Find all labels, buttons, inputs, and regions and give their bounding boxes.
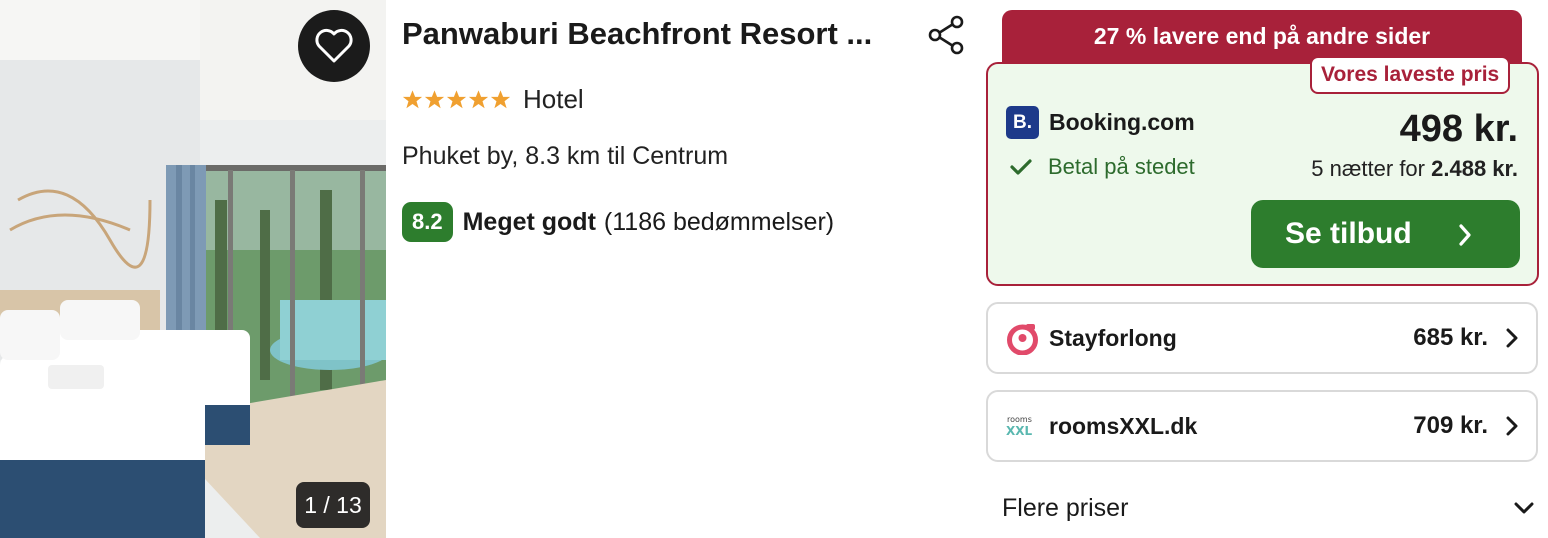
total-price-info: 5 nætter for 2.488 kr. [1311,156,1518,182]
chevron-right-icon [1459,224,1471,246]
nights-label: 5 nætter for [1311,156,1425,181]
review-count: (1186 bedømmelser) [603,207,835,236]
chevron-right-icon [1506,328,1518,348]
chevron-down-icon [1514,502,1534,514]
alt-price: 709 kr. [1413,412,1488,439]
hotel-name[interactable]: Panwaburi Beachfront Resort ... [402,16,902,52]
alt-price: 685 kr. [1413,324,1488,351]
provider-name: Booking.com [1049,109,1195,135]
heart-outline-icon [315,28,353,63]
see-deal-label: Se tilbud [1285,217,1412,250]
lowest-price-tag: Vores laveste pris [1310,56,1511,94]
star-icon [468,90,489,109]
more-prices-label: Flere priser [1002,493,1129,522]
deal-price: 498 kr. [1399,108,1518,150]
hotel-location: Phuket by, 8.3 km til Centrum [402,142,729,170]
star-rating [402,89,511,110]
pay-text: Betal på stedet [1048,154,1195,179]
star-icon [424,90,445,109]
alt-provider: Stayforlong [1006,322,1177,355]
alt-provider: rooms XXL roomsXXL.dk [1006,410,1197,443]
check-icon [1010,159,1032,175]
alt-deal-stayforlong[interactable]: Stayforlong 685 kr. [986,302,1538,374]
more-prices-toggle[interactable]: Flere priser [1002,488,1534,528]
hotel-type: Hotel [523,84,584,114]
stayforlong-logo-icon [1007,324,1038,355]
hotel-photo[interactable]: 1 / 13 [0,0,386,538]
total-price: 2.488 kr. [1431,156,1518,181]
svg-text:XXL: XXL [1006,424,1033,438]
pay-at-property: Betal på stedet [1010,154,1195,180]
provider-name: roomsXXL.dk [1049,413,1198,439]
star-icon [490,90,511,109]
hotel-info: Panwaburi Beachfront Resort ... Hotel Ph… [402,0,982,538]
review-summary[interactable]: 8.2 Meget godt (1186 bedømmelser) [402,202,834,242]
share-button[interactable] [926,14,968,56]
chevron-right-icon [1506,416,1518,436]
share-icon [928,15,964,55]
score-label: Meget godt [462,207,596,236]
provider-name: Stayforlong [1049,325,1177,351]
see-deal-button[interactable]: Se tilbud [1251,200,1520,268]
score-badge: 8.2 [402,202,453,242]
alt-deal-roomsxxl[interactable]: rooms XXL roomsXXL.dk 709 kr. [986,390,1538,462]
star-icon [402,90,423,109]
booking-logo-icon: B. [1006,106,1039,139]
rating-row: Hotel [402,84,584,115]
roomsxxl-logo-icon: rooms XXL [1006,415,1033,438]
star-icon [446,90,467,109]
svg-text:rooms: rooms [1007,415,1032,424]
best-deal-provider: B. Booking.com [1006,106,1195,139]
favorite-button[interactable] [298,10,370,82]
photo-counter: 1 / 13 [296,482,370,528]
